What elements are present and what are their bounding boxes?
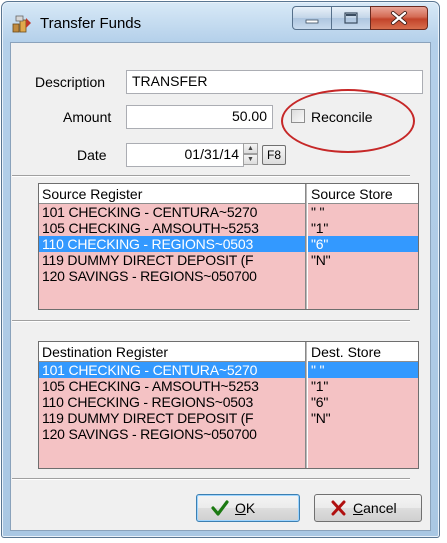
maximize-button[interactable] — [331, 6, 371, 30]
red-x-icon — [331, 500, 346, 516]
dest-register-header[interactable]: Destination Register — [39, 342, 305, 362]
source-register-row[interactable]: 105 CHECKING - AMSOUTH~5253 — [39, 220, 305, 236]
dest-register-row[interactable]: 119 DUMMY DIRECT DEPOSIT (F — [39, 410, 305, 426]
date-spinner[interactable]: ▲ ▼ — [243, 143, 258, 165]
source-store-header[interactable]: Source Store — [308, 184, 418, 204]
annotation-oval — [281, 89, 415, 153]
source-register-list[interactable]: 101 CHECKING - CENTURA~5270 105 CHECKING … — [39, 204, 305, 309]
ok-label: OK — [235, 500, 256, 516]
dest-grid: Destination Register 101 CHECKING - CENT… — [38, 341, 419, 469]
source-grid: Source Register 101 CHECKING - CENTURA~5… — [38, 183, 419, 310]
source-store-row[interactable]: "1" — [308, 220, 418, 236]
dest-register-row[interactable]: 120 SAVINGS - REGIONS~050700 — [39, 426, 305, 442]
amount-field[interactable]: 50.00 — [126, 105, 273, 129]
f8-button[interactable]: F8 — [262, 145, 286, 165]
minimize-icon — [305, 19, 319, 24]
dest-store-column: Dest. Store " " "1" "6" "N" — [308, 342, 418, 468]
date-label: Date — [77, 147, 107, 163]
spin-down-icon[interactable]: ▼ — [243, 154, 258, 165]
dest-register-row[interactable]: 105 CHECKING - AMSOUTH~5253 — [39, 378, 305, 394]
close-icon — [391, 11, 407, 25]
title-bar[interactable]: Transfer Funds — [2, 2, 439, 42]
dest-register-list[interactable]: 101 CHECKING - CENTURA~5270 105 CHECKING … — [39, 362, 305, 468]
source-store-row[interactable] — [308, 268, 418, 284]
description-field[interactable]: TRANSFER — [126, 70, 423, 94]
dest-register-column: Destination Register 101 CHECKING - CENT… — [39, 342, 305, 468]
description-label: Description — [35, 74, 106, 90]
dest-register-row[interactable]: 110 CHECKING - REGIONS~0503 — [39, 394, 305, 410]
dest-store-row[interactable]: " " — [308, 362, 418, 378]
separator — [12, 175, 410, 177]
maximize-icon — [344, 12, 358, 24]
source-register-row[interactable]: 101 CHECKING - CENTURA~5270 — [39, 204, 305, 220]
separator — [12, 320, 410, 322]
source-store-list[interactable]: " " "1" "6" "N" — [308, 204, 418, 309]
dest-store-row[interactable] — [308, 426, 418, 442]
amount-label: Amount — [63, 109, 112, 125]
cancel-label: Cancel — [353, 500, 397, 516]
green-check-icon — [211, 500, 229, 516]
cancel-button[interactable]: Cancel — [314, 494, 422, 522]
dest-store-row[interactable]: "6" — [308, 394, 418, 410]
source-store-column: Source Store " " "1" "6" "N" — [308, 184, 418, 309]
source-store-row[interactable]: "6" — [308, 236, 418, 252]
source-register-header[interactable]: Source Register — [39, 184, 305, 204]
ok-button[interactable]: OK — [196, 494, 300, 522]
source-store-row[interactable]: "N" — [308, 252, 418, 268]
window-title: Transfer Funds — [40, 15, 142, 32]
date-field[interactable]: 01/31/14 — [126, 143, 244, 167]
source-register-row[interactable]: 119 DUMMY DIRECT DEPOSIT (F — [39, 252, 305, 268]
spin-up-icon[interactable]: ▲ — [243, 143, 258, 154]
minimize-button[interactable] — [292, 6, 332, 30]
dest-store-row[interactable]: "1" — [308, 378, 418, 394]
transfer-funds-icon — [12, 15, 31, 33]
dest-store-list[interactable]: " " "1" "6" "N" — [308, 362, 418, 468]
dest-store-header[interactable]: Dest. Store — [308, 342, 418, 362]
source-store-row[interactable]: " " — [308, 204, 418, 220]
source-register-row[interactable]: 120 SAVINGS - REGIONS~050700 — [39, 268, 305, 284]
close-button[interactable] — [370, 6, 428, 30]
dest-register-row[interactable]: 101 CHECKING - CENTURA~5270 — [39, 362, 305, 378]
separator — [12, 478, 410, 480]
source-register-column: Source Register 101 CHECKING - CENTURA~5… — [39, 184, 305, 309]
dest-store-row[interactable]: "N" — [308, 410, 418, 426]
source-register-row[interactable]: 110 CHECKING - REGIONS~0503 — [39, 236, 305, 252]
